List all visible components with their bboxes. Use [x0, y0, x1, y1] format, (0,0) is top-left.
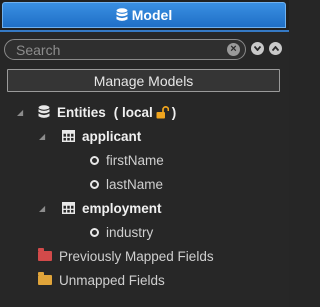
entity-label: employment	[82, 200, 162, 216]
database-icon	[38, 105, 50, 119]
entity-label: applicant	[82, 128, 142, 144]
model-panel: Model × Manage Models ◢ Entiti	[0, 0, 289, 307]
search-input[interactable]	[5, 40, 215, 59]
collapse-toggle-icon[interactable]: ◢	[39, 132, 45, 141]
field-label: firstName	[106, 152, 164, 168]
collapse-toggle-icon[interactable]: ◢	[17, 108, 23, 117]
storage-scope-close: )	[171, 104, 177, 120]
tree-node-entity[interactable]: applicant	[62, 127, 141, 145]
tree-node-entity[interactable]: employment	[62, 199, 162, 217]
folder-icon	[38, 272, 52, 285]
field-icon	[90, 155, 99, 165]
field-icon	[90, 179, 99, 189]
entities-label: Entities	[57, 104, 106, 120]
tab-model-label: Model	[131, 7, 173, 23]
collapse-toggle-icon[interactable]: ◢	[39, 204, 45, 213]
search-box: ×	[4, 39, 246, 60]
tree-node-field[interactable]: firstName	[90, 151, 164, 169]
expand-all-button[interactable]	[251, 42, 264, 55]
chevron-up-icon	[272, 46, 279, 51]
database-icon	[116, 8, 128, 22]
tree-node-field[interactable]: lastName	[90, 175, 163, 193]
storage-scope-label: ( local	[113, 104, 153, 120]
tree-node-entities[interactable]: Entities ( local )	[38, 103, 176, 121]
manage-models-button[interactable]: Manage Models	[7, 69, 280, 92]
unlock-icon	[156, 105, 169, 119]
tree-node-previously-mapped[interactable]: Previously Mapped Fields	[38, 247, 214, 265]
folder-icon	[38, 248, 52, 261]
field-icon	[90, 227, 99, 237]
header-divider	[0, 30, 289, 32]
tree-node-field[interactable]: industry	[90, 223, 153, 241]
field-label: lastName	[106, 176, 164, 192]
collapse-all-button[interactable]	[269, 42, 282, 55]
panel-header: Model	[0, 0, 289, 31]
previously-mapped-label: Previously Mapped Fields	[59, 248, 214, 264]
unmapped-label: Unmapped Fields	[59, 272, 165, 288]
table-icon	[62, 202, 75, 214]
tree-node-unmapped[interactable]: Unmapped Fields	[38, 271, 165, 289]
tab-model[interactable]: Model	[2, 2, 286, 28]
clear-search-icon[interactable]: ×	[227, 43, 240, 56]
table-icon	[62, 130, 75, 142]
chevron-down-icon	[254, 46, 261, 51]
field-label: industry	[106, 224, 154, 240]
